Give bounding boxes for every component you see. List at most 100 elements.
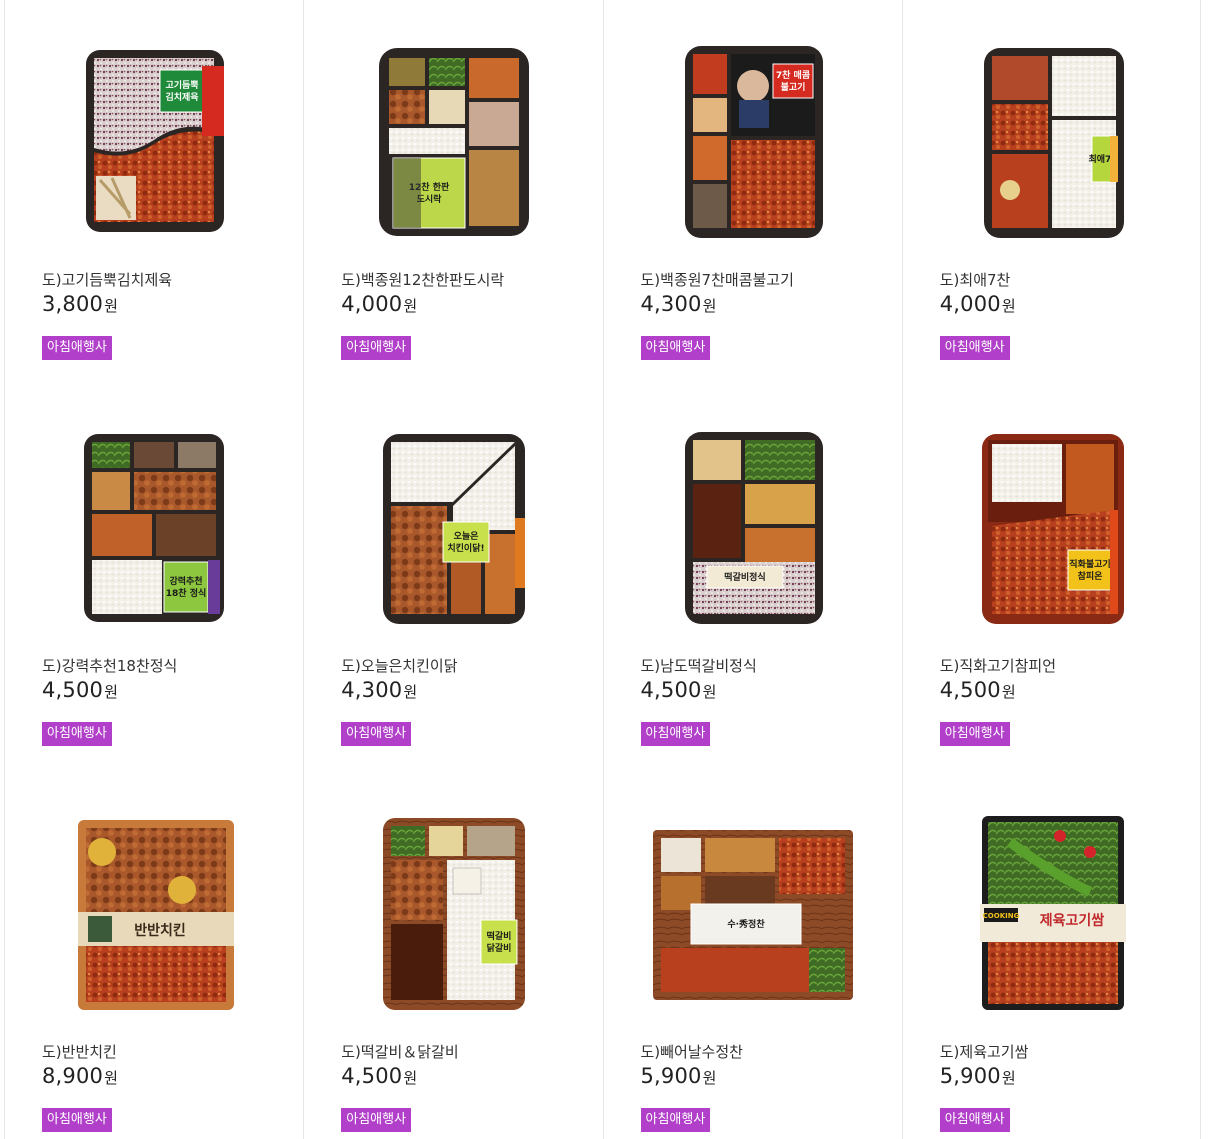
product-name[interactable]: 도)떡갈비＆닭갈비: [341, 1041, 458, 1062]
svg-text:7찬 매콤: 7찬 매콤: [775, 69, 809, 81]
product-card[interactable]: 7찬 매콤 불고기도)백종원7찬매콤불고기 4,300원아침애행사: [602, 0, 902, 386]
price-value: 5,900: [939, 1064, 1001, 1088]
product-price: 8,900원: [42, 1064, 118, 1088]
product-grid: 고기듬뿍 김치제육 도)고기듬뿍김치제육 3,800원아침애행사 12찬 한판 도시락…: [4, 0, 1201, 1139]
product-image[interactable]: 12찬 한판 도시락: [341, 40, 566, 245]
svg-text:제육고기쌈: 제육고기쌈: [1040, 913, 1105, 929]
product-name[interactable]: 도)빼어날수정찬: [641, 1041, 743, 1062]
svg-text:수·秀정찬: 수·秀정찬: [727, 918, 765, 930]
lunchbox-image: 수·秀정찬: [652, 830, 853, 1000]
product-card[interactable]: 떡갈비정식도)남도떡갈비정식 4,500원아침애행사: [602, 386, 902, 772]
currency-unit: 원: [104, 297, 119, 315]
product-price: 5,900원: [641, 1064, 717, 1088]
promo-badge: 아침애행사: [939, 336, 1010, 360]
currency-unit: 원: [1001, 1069, 1016, 1087]
product-name[interactable]: 도)직화고기참피언: [940, 655, 1056, 676]
product-image[interactable]: 떡갈비 닭갈비: [341, 812, 566, 1017]
svg-text:강력추천: 강력추천: [169, 575, 202, 587]
promo-badge: 아침애행사: [939, 1108, 1010, 1132]
promo-badge: 아침애행사: [341, 1108, 412, 1132]
price-value: 4,500: [640, 678, 702, 702]
price-value: 5,900: [640, 1064, 702, 1088]
product-card[interactable]: 직화불고기 참피온 도)직화고기참피언 4,500원 아침애행사: [901, 386, 1201, 772]
product-card[interactable]: 수·秀정찬도)빼어날수정찬 5,900원아침애행사: [602, 772, 902, 1139]
lunchbox-image: 떡갈비정식: [684, 432, 823, 624]
lunchbox-image: 최애7찬: [983, 48, 1124, 238]
lunchbox-image: 오늘은치킨이닭!: [383, 434, 526, 624]
product-name[interactable]: 도)반반치킨: [42, 1041, 117, 1062]
product-card[interactable]: 떡갈비 닭갈비도)떡갈비＆닭갈비 4,500원아침애행사: [303, 772, 602, 1139]
promo-badge: 아침애행사: [640, 336, 711, 360]
currency-unit: 원: [104, 683, 119, 701]
currency-unit: 원: [403, 1069, 418, 1087]
product-name[interactable]: 도)백종원12찬한판도시락: [341, 269, 504, 290]
product-image[interactable]: 직화불고기 참피온: [940, 426, 1165, 631]
product-price: 5,900원: [940, 1064, 1016, 1088]
product-image[interactable]: 떡갈비정식: [641, 426, 866, 631]
product-card[interactable]: 강력추천 18찬 정식 도)강력추천18찬정식 4,500원 아침애행사: [4, 386, 303, 772]
product-price: 4,300원: [641, 292, 717, 316]
product-name[interactable]: 도)최애7찬: [940, 269, 1011, 290]
product-name[interactable]: 도)제육고기쌈: [940, 1041, 1029, 1062]
product-card[interactable]: COOKING 제육고기쌈도)제육고기쌈 5,900원아침애행사: [901, 772, 1201, 1139]
price-value: 4,500: [42, 678, 104, 702]
product-image[interactable]: 반반치킨: [42, 812, 267, 1017]
product-card[interactable]: 반반치킨도)반반치킨 8,900원아침애행사: [4, 772, 303, 1139]
promo-badge: 아침애행사: [640, 1108, 711, 1132]
svg-text:18찬 정식: 18찬 정식: [166, 587, 207, 599]
product-image[interactable]: 고기듬뿍 김치제육: [42, 40, 267, 245]
product-price: 4,000원: [940, 292, 1016, 316]
product-name[interactable]: 도)강력추천18찬정식: [42, 655, 177, 676]
product-image[interactable]: 오늘은 치킨이닭!: [341, 426, 566, 631]
currency-unit: 원: [1001, 683, 1016, 701]
lunchbox-image: 강력추천18찬 정식: [84, 434, 224, 622]
product-image[interactable]: 7찬 매콤 불고기: [641, 40, 866, 245]
svg-text:불고기: 불고기: [780, 81, 805, 93]
price-value: 4,300: [640, 292, 702, 316]
svg-text:닭갈비: 닭갈비: [487, 942, 512, 954]
svg-text:참피온: 참피온: [1077, 570, 1102, 582]
product-image[interactable]: 강력추천 18찬 정식: [42, 426, 267, 631]
promo-badge: 아침애행사: [939, 722, 1010, 746]
product-name[interactable]: 도)오늘은치킨이닭: [341, 655, 457, 676]
currency-unit: 원: [702, 683, 717, 701]
product-image[interactable]: COOKING 제육고기쌈: [940, 812, 1165, 1017]
currency-unit: 원: [702, 1069, 717, 1087]
promo-badge: 아침애행사: [341, 336, 412, 360]
svg-text:떡갈비정식: 떡갈비정식: [724, 571, 765, 583]
product-price: 3,800원: [42, 292, 118, 316]
product-price: 4,500원: [341, 1064, 417, 1088]
product-image[interactable]: 최애7찬: [940, 40, 1165, 245]
lunchbox-image: 12찬 한판도시락: [379, 48, 530, 236]
svg-text:직화불고기: 직화불고기: [1069, 558, 1110, 570]
promo-badge: 아침애행사: [640, 722, 711, 746]
svg-text:오늘은: 오늘은: [454, 531, 479, 542]
product-card[interactable]: 오늘은 치킨이닭! 도)오늘은치킨이닭 4,300원아침애행사: [303, 386, 602, 772]
product-card[interactable]: 최애7찬 도)최애7찬 4,000원아침애행사: [901, 0, 1201, 386]
currency-unit: 원: [104, 1069, 119, 1087]
lunchbox-image: 직화불고기참피온: [981, 434, 1124, 624]
product-price: 4,500원: [42, 678, 118, 702]
product-image[interactable]: 수·秀정찬: [641, 812, 866, 1017]
svg-text:반반치킨: 반반치킨: [134, 922, 186, 939]
promo-badge: 아침애행사: [341, 722, 412, 746]
product-name[interactable]: 도)백종원7찬매콤불고기: [641, 269, 794, 290]
product-price: 4,500원: [641, 678, 717, 702]
price-value: 4,500: [341, 1064, 403, 1088]
product-price: 4,300원: [341, 678, 417, 702]
product-card[interactable]: 고기듬뿍 김치제육 도)고기듬뿍김치제육 3,800원아침애행사: [4, 0, 303, 386]
lunchbox-image: 떡갈비닭갈비: [383, 818, 526, 1010]
product-card[interactable]: 12찬 한판 도시락 도)백종원12찬한판도시락 4,000원아침애행사: [303, 0, 602, 386]
product-name[interactable]: 도)남도떡갈비정식: [641, 655, 757, 676]
currency-unit: 원: [1001, 297, 1016, 315]
lunchbox-image: 7찬 매콤불고기: [684, 46, 823, 238]
lunchbox-image: 반반치킨: [78, 820, 234, 1010]
svg-text:떡갈비: 떡갈비: [487, 930, 512, 942]
svg-text:치킨이닭!: 치킨이닭!: [448, 542, 485, 554]
product-price: 4,000원: [341, 292, 417, 316]
promo-badge: 아침애행사: [42, 1108, 112, 1132]
price-value: 4,300: [341, 678, 403, 702]
product-name[interactable]: 도)고기듬뿍김치제육: [42, 269, 172, 290]
svg-text:고기듬뿍: 고기듬뿍: [165, 79, 198, 91]
promo-badge: 아침애행사: [42, 336, 112, 360]
